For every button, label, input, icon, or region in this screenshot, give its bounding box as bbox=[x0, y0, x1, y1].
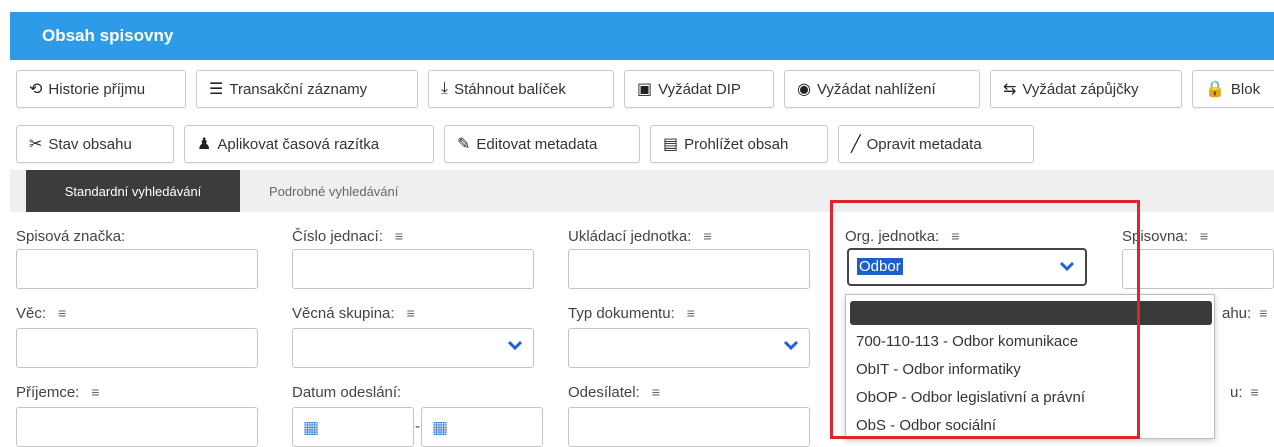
spisovna-input[interactable] bbox=[1122, 249, 1274, 289]
request-dip-label: Vyžádat DIP bbox=[658, 80, 741, 98]
lock-icon: 🔒 bbox=[1205, 81, 1225, 98]
org-jednotka-select[interactable]: Odbor bbox=[847, 248, 1087, 286]
org-select-value: Odbor bbox=[857, 258, 903, 275]
block-label: Blok bbox=[1230, 80, 1261, 98]
edit-icon: ✎ bbox=[457, 136, 471, 153]
vecna-skupina-label: Věcná skupina: ≡ bbox=[292, 305, 415, 322]
tab-standard-search[interactable]: Standardní vyhledávání bbox=[26, 170, 240, 212]
block-button[interactable]: 🔒 Blok bbox=[1192, 70, 1274, 108]
datum-od-input[interactable]: ▦ bbox=[292, 407, 414, 447]
request-dip-button[interactable]: ▣ Vyžádat DIP bbox=[624, 70, 774, 108]
edit-metadata-label: Editovat metadata bbox=[476, 135, 598, 153]
tab-advanced-search[interactable]: Podrobné vyhledávání bbox=[269, 170, 398, 212]
fix-metadata-label: Opravit metadata bbox=[866, 135, 982, 153]
request-loan-label: Vyžádat zápůjčky bbox=[1022, 80, 1139, 98]
calendar-icon[interactable]: ▦ bbox=[303, 418, 319, 438]
request-view-label: Vyžádat nahlížení bbox=[816, 80, 936, 98]
prijemce-input[interactable] bbox=[16, 407, 258, 447]
cislo-jednaci-input[interactable] bbox=[292, 249, 534, 289]
download-package-label: Stáhnout balíček bbox=[454, 80, 566, 98]
toolbar-primary: ⟲ Historie příjmu ☰ Transakční záznamy ⤓… bbox=[16, 70, 1274, 108]
fix-metadata-button[interactable]: ╱ Opravit metadata bbox=[838, 125, 1034, 163]
partial-right-label: u: ≡ bbox=[1230, 384, 1259, 401]
download-package-button[interactable]: ⤓ Stáhnout balíček bbox=[428, 70, 614, 108]
vec-input[interactable] bbox=[16, 328, 258, 368]
odesilatel-input[interactable] bbox=[568, 407, 810, 447]
download-icon: ⤓ bbox=[441, 80, 449, 97]
calendar-icon[interactable]: ▦ bbox=[432, 418, 448, 438]
date-range-dash: - bbox=[415, 418, 420, 435]
filter-icon[interactable]: ≡ bbox=[687, 305, 695, 321]
spisova-znacka-input[interactable] bbox=[16, 249, 258, 289]
search-tabs: Standardní vyhledávání Podrobné vyhledáv… bbox=[10, 170, 1274, 212]
typ-dokumentu-label: Typ dokumentu: ≡ bbox=[568, 305, 695, 322]
chevron-down-icon bbox=[783, 339, 799, 351]
filter-icon[interactable]: ≡ bbox=[951, 228, 959, 244]
toolbar-secondary: ✂ Stav obsahu ♟ Aplikovat časová razítka… bbox=[16, 125, 1034, 163]
filter-icon[interactable]: ≡ bbox=[91, 384, 99, 400]
apply-timestamps-button[interactable]: ♟ Aplikovat časová razítka bbox=[184, 125, 434, 163]
vec-label: Věc: ≡ bbox=[16, 305, 67, 322]
edit-metadata-button[interactable]: ✎ Editovat metadata bbox=[444, 125, 640, 163]
filter-icon[interactable]: ≡ bbox=[1251, 384, 1259, 400]
spisovna-label: Spisovna: ≡ bbox=[1122, 228, 1209, 245]
dropdown-option[interactable]: ObIT - Odbor informatiky bbox=[856, 361, 1021, 378]
history-button[interactable]: ⟲ Historie příjmu bbox=[16, 70, 186, 108]
cislo-jednaci-label: Číslo jednací: ≡ bbox=[292, 228, 404, 245]
eye-icon: ◉ bbox=[797, 81, 811, 98]
filter-icon[interactable]: ≡ bbox=[395, 228, 403, 244]
odesilatel-label: Odesílatel: ≡ bbox=[568, 384, 660, 401]
spisova-znacka-label: Spisová značka: bbox=[16, 228, 126, 245]
dropdown-option[interactable]: ObS - Odbor sociální bbox=[856, 417, 996, 434]
chevron-down-icon bbox=[1059, 260, 1075, 272]
ukladaci-jednotka-label: Ukládací jednotka: ≡ bbox=[568, 228, 712, 245]
content-state-label: Stav obsahu bbox=[48, 135, 132, 153]
transactions-label: Transakční záznamy bbox=[229, 80, 368, 98]
ukladaci-jednotka-input[interactable] bbox=[568, 249, 810, 289]
stav-obsahu-label: ahu: ≡ bbox=[1222, 305, 1268, 322]
history-label: Historie příjmu bbox=[48, 80, 146, 98]
filter-icon[interactable]: ≡ bbox=[1200, 228, 1208, 244]
filter-icon[interactable]: ≡ bbox=[703, 228, 711, 244]
datum-odeslani-label: Datum odeslání: bbox=[292, 384, 402, 401]
content-state-button[interactable]: ✂ Stav obsahu bbox=[16, 125, 174, 163]
datum-do-input[interactable]: ▦ bbox=[421, 407, 543, 447]
page-header: Obsah spisovny bbox=[10, 12, 1274, 60]
dropdown-option[interactable]: 700-110-113 - Odbor komunikace bbox=[856, 333, 1078, 350]
vecna-skupina-select[interactable] bbox=[292, 328, 534, 368]
browse-content-label: Prohlížet obsah bbox=[684, 135, 789, 153]
filter-icon[interactable]: ≡ bbox=[1259, 305, 1267, 321]
transactions-button[interactable]: ☰ Transakční záznamy bbox=[196, 70, 418, 108]
org-jednotka-dropdown: 700-110-113 - Odbor komunikace ObIT - Od… bbox=[845, 294, 1215, 439]
dropdown-option[interactable]: ObOP - Odbor legislativní a právní bbox=[856, 389, 1085, 406]
image-icon: ▤ bbox=[663, 136, 679, 153]
dropdown-selected-empty-option[interactable] bbox=[850, 301, 1212, 325]
filter-icon[interactable]: ≡ bbox=[407, 305, 415, 321]
filter-icon[interactable]: ≡ bbox=[652, 384, 660, 400]
scissors-icon: ✂ bbox=[29, 136, 43, 153]
pencil-icon: ╱ bbox=[851, 136, 861, 153]
apply-timestamps-label: Aplikovat časová razítka bbox=[217, 135, 380, 153]
org-jednotka-label: Org. jednotka: ≡ bbox=[845, 228, 960, 245]
prijemce-label: Příjemce: ≡ bbox=[16, 384, 100, 401]
request-loan-button[interactable]: ⇆ Vyžádat zápůjčky bbox=[990, 70, 1182, 108]
page-title: Obsah spisovny bbox=[42, 26, 174, 45]
exchange-icon: ⇆ bbox=[1003, 81, 1017, 98]
filter-icon[interactable]: ≡ bbox=[58, 305, 66, 321]
stamp-user-icon: ♟ bbox=[197, 136, 212, 153]
list-icon: ☰ bbox=[209, 81, 224, 98]
history-icon: ⟲ bbox=[29, 81, 43, 98]
typ-dokumentu-select[interactable] bbox=[568, 328, 810, 368]
request-view-button[interactable]: ◉ Vyžádat nahlížení bbox=[784, 70, 980, 108]
chevron-down-icon bbox=[507, 339, 523, 351]
browse-content-button[interactable]: ▤ Prohlížet obsah bbox=[650, 125, 828, 163]
package-icon: ▣ bbox=[637, 81, 653, 98]
